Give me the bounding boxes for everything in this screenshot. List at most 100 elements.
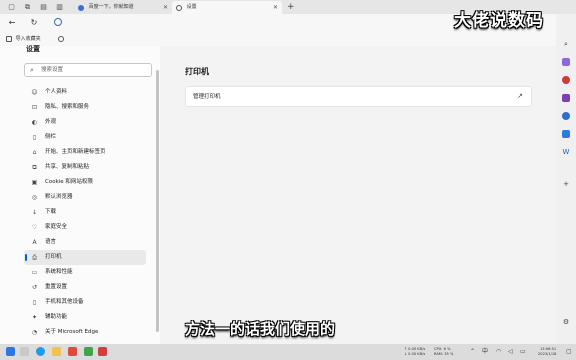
start-icon[interactable]	[6, 347, 15, 356]
sidebar-item-share[interactable]: ⧉ 共享、复制和粘贴	[24, 160, 146, 175]
microsoft-365-icon[interactable]	[562, 112, 570, 120]
vertical-tabs-icon[interactable]: ▥	[54, 2, 65, 12]
volume-icon[interactable]: ◁	[508, 348, 513, 356]
app-icon[interactable]	[98, 347, 107, 356]
ram-usage: RAM: 35 %	[434, 352, 454, 356]
sidebar-item-label: 侧栏	[45, 134, 57, 140]
sidebar-item-label: 隐私、搜索和服务	[45, 104, 90, 110]
add-icon[interactable]: +	[562, 180, 570, 188]
sidebar-item-label: 下载	[45, 209, 57, 215]
appearance-icon: ◐	[31, 119, 38, 126]
sidebar-item-label: 外观	[45, 119, 57, 125]
sidebar-item-start-home[interactable]: ⌂ 开始、主页和新建标签页	[24, 145, 146, 160]
sidebar-item-family[interactable]: ♡ 家庭安全	[24, 220, 146, 235]
default-browser-icon: ◎	[31, 194, 38, 201]
settings-heading: 设置	[26, 45, 40, 52]
sidebar-item-label: 语言	[45, 239, 57, 245]
edge-address-icon[interactable]	[54, 18, 62, 26]
sidebar-item-sidebar[interactable]: ▯ 侧栏	[24, 130, 146, 145]
page-title: 打印机	[185, 67, 209, 76]
sidebar-item-label: 默认浏览器	[45, 194, 73, 200]
sidebar-settings-icon[interactable]: ⚙	[562, 318, 570, 326]
video-subtitle: 方法一的话我们使用的	[185, 320, 336, 338]
import-favorites-icon	[6, 36, 12, 42]
sidebar-item-downloads[interactable]: ↓ 下载	[24, 205, 146, 220]
input-method-icon[interactable]: 中	[482, 348, 488, 356]
sidebar-item-languages[interactable]: A 语言	[24, 235, 146, 250]
search-icon[interactable]	[20, 347, 29, 356]
manage-printers-link[interactable]: 管理打印机 ↗	[185, 86, 532, 107]
tab-actions-icon[interactable]: ▤	[38, 2, 49, 12]
close-tab-icon[interactable]: ✕	[163, 1, 168, 14]
manage-printers-label: 管理打印机	[193, 94, 221, 100]
sidebar-item-cookies[interactable]: ▣ Cookie 和网站权限	[24, 175, 146, 190]
external-link-icon: ↗	[517, 92, 523, 100]
language-icon: A	[32, 239, 37, 246]
drop-icon[interactable]: W	[562, 148, 570, 156]
favorite-folder[interactable]	[58, 35, 66, 43]
refresh-icon[interactable]: ↻	[28, 17, 40, 29]
download-icon: ↓	[31, 209, 38, 216]
sidebar-item-label: 个人资料	[45, 89, 68, 95]
sidebar-item-printers[interactable]: ⎙ 打印机	[24, 250, 146, 265]
tab-title: 设置	[186, 4, 197, 10]
close-tab-icon[interactable]: ✕	[273, 1, 278, 14]
sidebar-item-reset[interactable]: ↺ 重置设置	[24, 280, 146, 295]
sidebar-item-profile[interactable]: ☺ 个人资料	[24, 85, 146, 100]
settings-page: 设置 ⌕ 搜索设置 ☺ 个人资料 ⊡ 隐私、搜索和服务 ◐ 外观 ▯ 侧栏 ⌂ 开始、主页…	[0, 45, 556, 344]
gear-icon	[176, 4, 182, 11]
app-icon[interactable]	[68, 347, 77, 356]
app-icon[interactable]	[84, 347, 93, 356]
sidebar-scrollbar-thumb[interactable]	[156, 70, 159, 332]
tools-icon[interactable]	[562, 76, 570, 84]
settings-nav: ☺ 个人资料 ⊡ 隐私、搜索和服务 ◐ 外观 ▯ 侧栏 ⌂ 开始、主页和新建标签页 ⧉ 共享…	[24, 85, 146, 340]
sidebar-item-privacy[interactable]: ⊡ 隐私、搜索和服务	[24, 100, 146, 115]
sidebar-item-label: 系统和性能	[45, 269, 73, 275]
search-icon[interactable]: ⌕	[562, 40, 570, 48]
sidebar-item-label: 重置设置	[45, 284, 68, 290]
edge-taskbar-icon[interactable]	[36, 347, 45, 356]
sidebar-item-accessibility[interactable]: ✦ 辅助功能	[24, 310, 146, 325]
outlook-icon[interactable]	[562, 130, 570, 138]
back-arrow-icon[interactable]: ←	[6, 17, 18, 29]
favorite-label: 导入收藏夹	[15, 36, 41, 42]
sidebar-item-label: 辅助功能	[45, 314, 68, 320]
tab-baidu[interactable]: 百度一下，你就知道 ✕	[74, 1, 172, 14]
games-icon[interactable]	[562, 94, 570, 102]
new-tab-button[interactable]: +	[287, 0, 295, 14]
search-input[interactable]: ⌕ 搜索设置	[24, 63, 152, 77]
favorite-import[interactable]: 导入收藏夹	[6, 35, 41, 44]
share-icon: ⧉	[32, 164, 37, 171]
sidebar-item-phone[interactable]: ▯ 手机和其他设备	[24, 295, 146, 310]
clock-date: 2023/1/18	[538, 352, 557, 356]
sidebar-item-default-browser[interactable]: ◎ 默认浏览器	[24, 190, 146, 205]
tab-title: 百度一下，你就知道	[88, 4, 134, 10]
collections-icon[interactable]: ⧉	[22, 2, 33, 12]
baidu-favicon-icon	[78, 4, 84, 11]
taskbar: ↑ 0.00 KB/s ↓ 0.00 KB/s CPU: 6 % RAM: 35…	[0, 344, 576, 360]
net-download: ↓ 0.00 KB/s	[404, 352, 426, 356]
sidebar-item-appearance[interactable]: ◐ 外观	[24, 115, 146, 130]
shopping-icon[interactable]	[562, 58, 570, 66]
sidebar-item-system[interactable]: ▭ 系统和性能	[24, 265, 146, 280]
sidebar-item-label: 打印机	[45, 254, 62, 260]
sidebar-item-label: 关于 Microsoft Edge	[45, 329, 99, 335]
accessibility-icon: ✦	[31, 314, 38, 321]
file-explorer-icon[interactable]	[52, 347, 61, 356]
tab-settings[interactable]: 设置 ✕	[172, 1, 282, 14]
sidebar-item-label: 家庭安全	[45, 224, 68, 230]
chevron-up-icon[interactable]: ⌃	[470, 348, 475, 356]
reset-icon: ↺	[31, 284, 38, 291]
home-icon: ⌂	[32, 149, 37, 156]
search-placeholder: 搜索设置	[41, 67, 64, 73]
battery-icon[interactable]: ▭	[520, 348, 526, 356]
notification-icon[interactable]: ▢	[566, 348, 572, 356]
favorites-bar: 导入收藏夹	[0, 32, 576, 46]
sidebar-item-label: 共享、复制和粘贴	[45, 164, 90, 170]
folder-icon	[58, 35, 64, 42]
sidebar-item-about[interactable]: ◔ 关于 Microsoft Edge	[24, 325, 146, 340]
workspaces-icon[interactable]: ▢	[6, 2, 17, 12]
sidebar-item-label: Cookie 和网站权限	[45, 179, 93, 185]
wifi-icon[interactable]: ◠	[496, 348, 501, 356]
cookie-icon: ▣	[31, 179, 38, 186]
